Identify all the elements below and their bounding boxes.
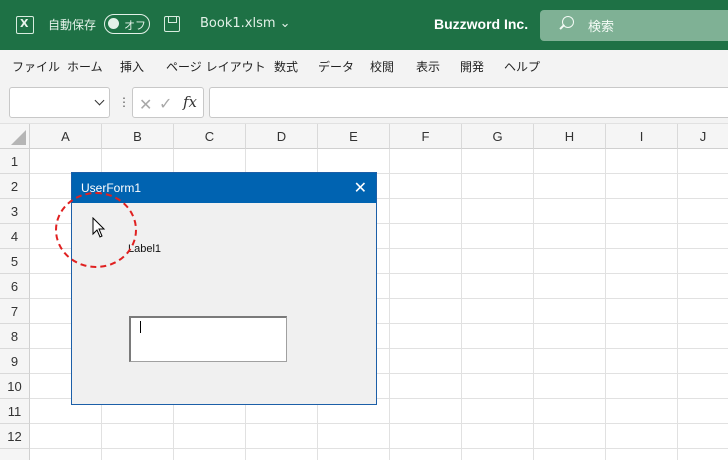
tab-review[interactable]: 校閲	[370, 58, 394, 75]
column-header-d[interactable]: D	[246, 124, 318, 149]
column-header-c[interactable]: C	[174, 124, 246, 149]
save-icon[interactable]	[164, 16, 180, 32]
tab-formulas[interactable]: 数式	[274, 58, 298, 75]
tab-help[interactable]: ヘルプ	[504, 58, 540, 75]
column-header-b[interactable]: B	[102, 124, 174, 149]
formula-input[interactable]	[209, 87, 728, 118]
column-header-a[interactable]: A	[30, 124, 102, 149]
select-all-button[interactable]	[0, 124, 30, 149]
column-header-i[interactable]: I	[606, 124, 678, 149]
row-header-7[interactable]: 7	[0, 299, 30, 324]
chevron-down-icon[interactable]	[94, 95, 105, 106]
search-placeholder: 検索	[588, 20, 615, 35]
tab-page-layout[interactable]: ページ レイアウト	[166, 58, 266, 75]
tab-home[interactable]: ホーム	[67, 58, 103, 75]
toggle-state-label: オフ	[124, 19, 146, 32]
row-header-12[interactable]: 12	[0, 424, 30, 449]
account-name: Buzzword Inc.	[434, 16, 529, 32]
column-header-e[interactable]: E	[318, 124, 390, 149]
row-header-9[interactable]: 9	[0, 349, 30, 374]
formula-bar-separator[interactable]: ⋮	[118, 95, 130, 109]
textbox-control[interactable]	[129, 316, 287, 362]
autosave-label: 自動保存	[48, 18, 97, 32]
file-name-text: Book1.xlsm	[200, 16, 276, 31]
column-header-f[interactable]: F	[390, 124, 462, 149]
column-header-g[interactable]: G	[462, 124, 534, 149]
row-header-5[interactable]: 5	[0, 249, 30, 274]
tab-file[interactable]: ファイル	[12, 58, 60, 75]
search-icon	[562, 16, 574, 28]
column-header-h[interactable]: H	[534, 124, 606, 149]
row-header-2[interactable]: 2	[0, 174, 30, 199]
row-header-1[interactable]: 1	[0, 149, 30, 174]
autosave-toggle[interactable]: オフ	[104, 14, 150, 34]
cancel-icon[interactable]: ✕	[139, 95, 152, 114]
row-header-10[interactable]: 10	[0, 374, 30, 399]
tab-view[interactable]: 表示	[416, 58, 440, 75]
highlight-circle	[55, 192, 137, 268]
row-header-4[interactable]: 4	[0, 224, 30, 249]
tab-insert[interactable]: 挿入	[120, 58, 144, 75]
row-header-3[interactable]: 3	[0, 199, 30, 224]
file-name-dropdown[interactable]: Book1.xlsm ⌄	[200, 16, 291, 31]
row-header-6[interactable]: 6	[0, 274, 30, 299]
ribbon-tabs: ファイル ホーム 挿入 ページ レイアウト 数式 データ 校閲 表示 開発 ヘル…	[0, 50, 728, 81]
close-icon[interactable]: ✕	[354, 178, 367, 197]
insert-function-icon[interactable]: fx	[183, 93, 197, 111]
name-box[interactable]	[9, 87, 110, 118]
formula-buttons: ✕ ✓ fx	[132, 87, 204, 118]
tab-data[interactable]: データ	[318, 58, 354, 75]
row-header-13[interactable]	[0, 449, 30, 460]
tab-developer[interactable]: 開発	[460, 58, 484, 75]
text-caret	[140, 321, 141, 333]
row-header-11[interactable]: 11	[0, 399, 30, 424]
column-header-j[interactable]: J	[678, 124, 728, 149]
row-header-8[interactable]: 8	[0, 324, 30, 349]
enter-icon[interactable]: ✓	[159, 94, 172, 113]
excel-app-icon	[16, 16, 34, 34]
toggle-knob	[108, 18, 119, 29]
formula-bar: ⋮ ✕ ✓ fx	[0, 81, 728, 124]
title-bar: 自動保存 オフ Book1.xlsm ⌄ Buzzword Inc. 検索	[0, 0, 728, 50]
